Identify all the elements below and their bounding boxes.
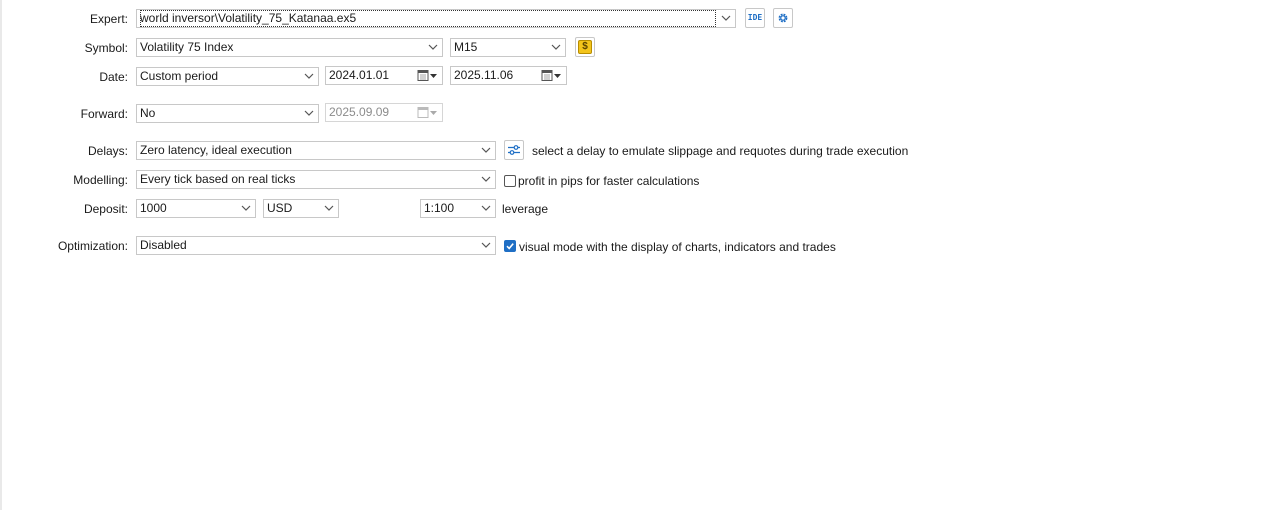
forward-select[interactable]: No	[136, 104, 319, 123]
modelling-value: Every tick based on real ticks	[140, 172, 296, 186]
date-to-value: 2025.11.06	[454, 68, 514, 82]
forward-label: Forward:	[80, 107, 128, 121]
delay-settings-button[interactable]	[504, 140, 524, 160]
expert-settings-button[interactable]	[773, 8, 793, 28]
deposit-label: Deposit:	[83, 202, 128, 216]
gear-icon	[777, 12, 789, 27]
visual-mode-checkbox[interactable]	[504, 240, 516, 252]
timeframe-value: M15	[454, 40, 478, 54]
forward-date-value: 2025.09.09	[329, 105, 390, 119]
chevron-down-icon	[304, 72, 314, 80]
currency-value: USD	[267, 201, 293, 215]
symbol-select[interactable]: Volatility 75 Index	[136, 38, 443, 57]
left-border	[0, 0, 2, 510]
ide-button[interactable]: IDE	[745, 8, 765, 28]
symbol-value: Volatility 75 Index	[140, 40, 234, 54]
pips-checkbox[interactable]	[504, 175, 516, 187]
deposit-amount-select[interactable]: 1000	[136, 199, 256, 218]
leverage-value: 1:100	[424, 201, 455, 215]
currency-select[interactable]: USD	[263, 199, 339, 218]
optimization-select[interactable]: Disabled	[136, 236, 496, 255]
delays-label: Delays:	[87, 144, 128, 158]
dollar-icon: $	[578, 40, 592, 54]
chevron-down-icon	[481, 146, 491, 154]
delays-hint: select a delay to emulate slippage and r…	[532, 144, 909, 158]
chevron-down-icon	[324, 204, 334, 212]
date-period-select[interactable]: Custom period	[136, 67, 319, 86]
chevron-down-icon	[428, 43, 438, 51]
visual-mode-label: visual mode with the display of charts, …	[519, 240, 836, 254]
chevron-down-icon	[241, 204, 251, 212]
delays-value: Zero latency, ideal execution	[140, 143, 292, 157]
date-from-picker[interactable]: 2024.01.01	[325, 66, 443, 85]
delays-select[interactable]: Zero latency, ideal execution	[136, 141, 496, 160]
forward-date-picker: 2025.09.09	[325, 103, 443, 122]
symbol-properties-button[interactable]: $	[575, 37, 595, 57]
forward-value: No	[140, 106, 156, 120]
ide-label: IDE	[747, 13, 763, 22]
calendar-icon	[417, 106, 439, 119]
chevron-down-icon	[721, 14, 731, 22]
leverage-select[interactable]: 1:100	[420, 199, 496, 218]
chevron-down-icon	[551, 43, 561, 51]
chevron-down-icon	[481, 204, 491, 212]
expert-value: world inversor\Volatility_75_Katanaa.ex5	[140, 10, 716, 27]
timeframe-select[interactable]: M15	[450, 38, 566, 57]
sliders-icon	[507, 144, 521, 159]
chevron-down-icon	[481, 175, 491, 183]
deposit-amount-value: 1000	[140, 201, 167, 215]
expert-select[interactable]: world inversor\Volatility_75_Katanaa.ex5	[136, 9, 736, 28]
chevron-down-icon	[304, 109, 314, 117]
calendar-icon[interactable]	[541, 69, 563, 82]
chevron-down-icon	[481, 241, 491, 249]
date-label: Date:	[99, 70, 128, 84]
pips-label: profit in pips for faster calculations	[518, 174, 700, 188]
modelling-label: Modelling:	[73, 173, 128, 187]
expert-label: Expert:	[89, 12, 128, 26]
symbol-label: Symbol:	[84, 41, 128, 55]
leverage-label: leverage	[502, 202, 549, 216]
optimization-value: Disabled	[140, 238, 187, 252]
date-to-picker[interactable]: 2025.11.06	[450, 66, 567, 85]
modelling-select[interactable]: Every tick based on real ticks	[136, 170, 496, 189]
date-from-value: 2024.01.01	[329, 68, 390, 82]
date-period-value: Custom period	[140, 69, 219, 83]
calendar-icon[interactable]	[417, 69, 439, 82]
checkmark-icon	[506, 243, 514, 250]
optimization-label: Optimization:	[57, 239, 128, 253]
